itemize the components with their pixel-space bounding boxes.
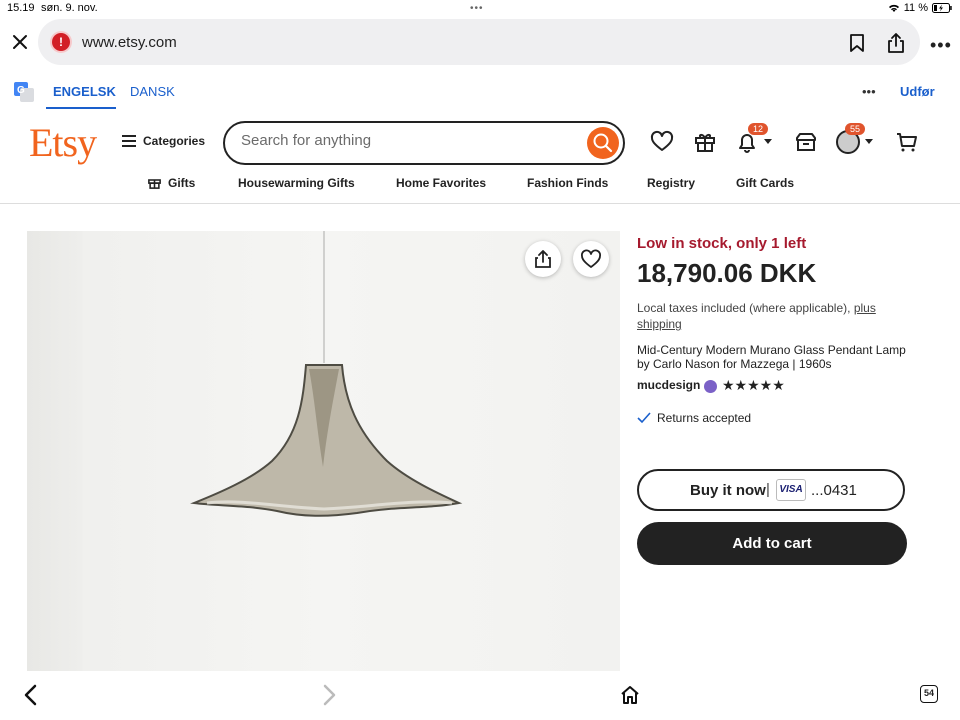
account-badge: 55 <box>845 123 866 135</box>
lang-target-tab[interactable]: DANSK <box>130 84 175 99</box>
status-bar: 15.19 søn. 9. nov. ••• 11 % <box>0 0 960 18</box>
gift-icon <box>148 179 161 189</box>
visa-icon: VISA <box>776 479 806 501</box>
search-button[interactable] <box>587 127 619 159</box>
security-warning-icon[interactable]: ! <box>52 33 70 51</box>
multitask-dots-icon[interactable]: ••• <box>470 3 484 14</box>
product-price: 18,790.06 DKK <box>637 258 817 288</box>
svg-text:G: G <box>17 85 25 96</box>
favorite-product-button[interactable] <box>573 241 609 277</box>
search-icon <box>593 133 613 153</box>
buy-it-now-button[interactable]: Buy it now | VISA ...0431 <box>637 469 905 511</box>
tax-text: Local taxes included (where applicable), <box>637 301 851 315</box>
google-translate-icon: G <box>14 82 34 102</box>
product-image[interactable] <box>27 231 620 671</box>
share-icon[interactable] <box>886 32 906 54</box>
status-date: søn. 9. nov. <box>41 2 98 14</box>
cart-icon[interactable] <box>895 130 919 154</box>
wifi-icon <box>888 4 899 12</box>
favorites-heart-icon[interactable] <box>650 130 674 154</box>
battery-icon <box>932 3 952 13</box>
tax-note: Local taxes included (where applicable),… <box>637 300 917 332</box>
product-title: Mid-Century Modern Murano Glass Pendant … <box>637 343 906 371</box>
menu-icon <box>122 135 136 147</box>
shop-name-link[interactable]: mucdesign <box>637 378 700 392</box>
search-bar[interactable] <box>223 121 625 165</box>
nav-item-housewarming[interactable]: Housewarming Gifts <box>238 176 355 190</box>
lang-source-tab[interactable]: ENGELSK <box>53 84 116 99</box>
card-last4: ...0431 <box>811 482 857 499</box>
gift-icon[interactable] <box>693 130 717 154</box>
translate-more-icon[interactable]: ••• <box>862 84 876 99</box>
forward-arrow-icon[interactable] <box>322 684 338 706</box>
close-icon[interactable] <box>10 32 30 52</box>
nav-item-home-favorites[interactable]: Home Favorites <box>396 176 486 190</box>
etsy-logo[interactable]: Etsy <box>29 119 97 166</box>
chevron-down-icon[interactable] <box>763 139 773 145</box>
stock-notice: Low in stock, only 1 left <box>637 235 807 252</box>
tabs-count-button[interactable]: 54 <box>920 685 938 703</box>
share-icon <box>535 250 551 268</box>
translate-done-button[interactable]: Udfør <box>900 84 935 99</box>
back-arrow-icon[interactable] <box>22 684 38 706</box>
home-icon[interactable] <box>620 685 640 705</box>
nav-item-fashion-finds[interactable]: Fashion Finds <box>527 176 608 190</box>
header-divider <box>0 203 960 204</box>
status-time: 15.19 <box>7 2 35 14</box>
battery-percent: 11 % <box>903 2 928 14</box>
returns-label: Returns accepted <box>657 411 752 425</box>
shop-manager-icon[interactable] <box>794 130 818 154</box>
returns-info: Returns accepted <box>637 411 751 425</box>
checkmark-icon <box>637 412 651 424</box>
more-options-icon[interactable]: ••• <box>930 35 952 56</box>
categories-button[interactable]: Categories <box>122 134 205 148</box>
star-seller-icon <box>704 380 717 393</box>
notifications-badge: 12 <box>748 123 769 135</box>
categories-label: Categories <box>143 134 206 148</box>
active-lang-indicator <box>46 107 116 109</box>
bookmark-icon[interactable] <box>848 33 866 53</box>
share-product-button[interactable] <box>525 241 561 277</box>
buy-it-now-label: Buy it now <box>690 482 766 499</box>
url-text[interactable]: www.etsy.com <box>82 34 177 51</box>
search-input[interactable] <box>239 131 573 150</box>
heart-icon <box>581 249 601 268</box>
pendant-lamp-illustration <box>190 231 463 517</box>
bottom-toolbar <box>0 671 960 720</box>
nav-item-registry[interactable]: Registry <box>647 176 695 190</box>
rating-stars[interactable]: ★★★★★ <box>722 377 785 394</box>
nav-item-gift-cards[interactable]: Gift Cards <box>736 176 794 190</box>
add-to-cart-button[interactable]: Add to cart <box>637 522 907 565</box>
chevron-down-icon[interactable] <box>864 139 874 145</box>
nav-item-gifts[interactable]: Gifts <box>168 176 195 190</box>
